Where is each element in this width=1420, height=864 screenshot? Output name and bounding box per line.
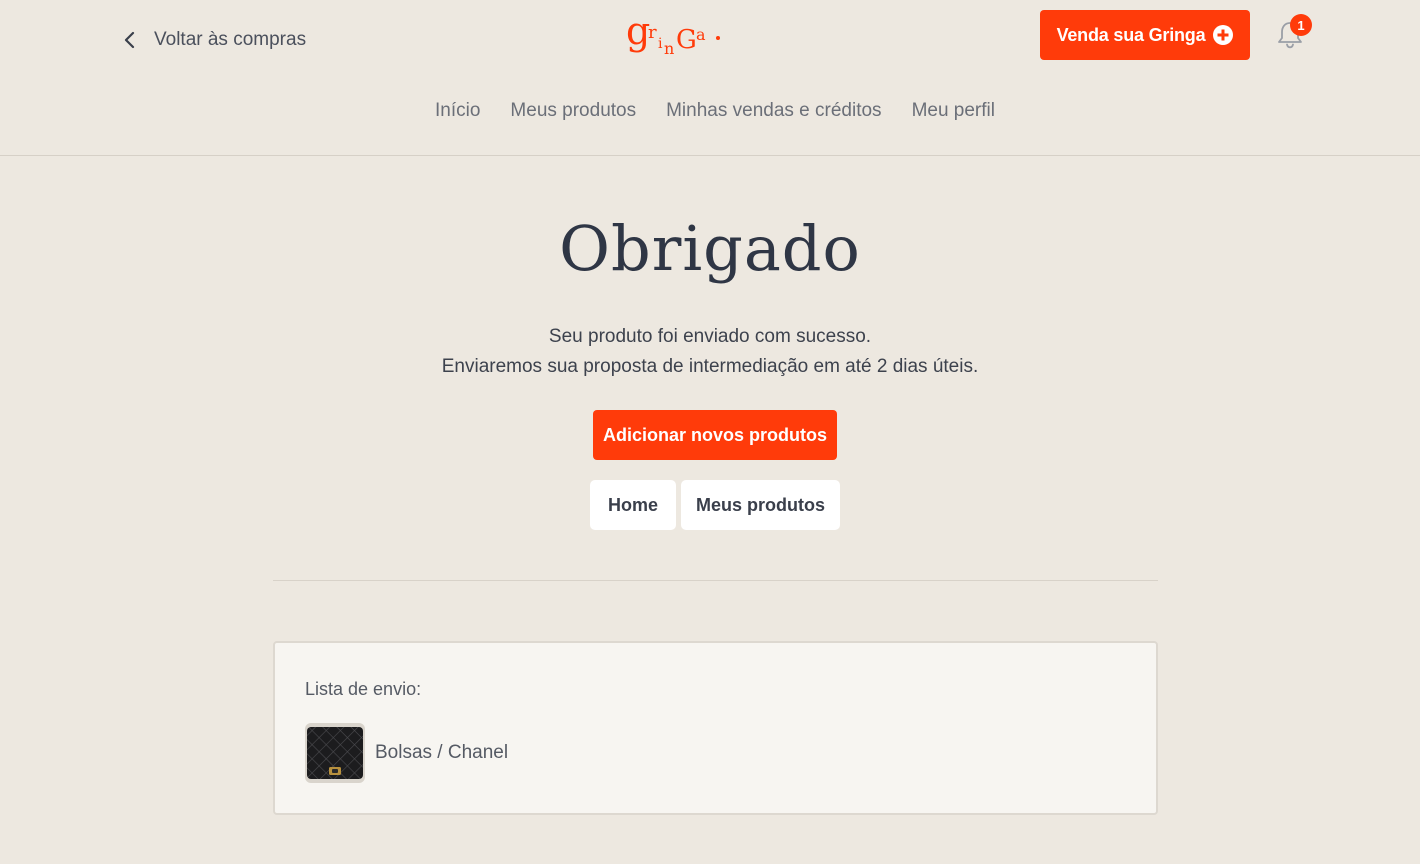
black-quilted-bag-image	[305, 723, 365, 783]
svg-text:a: a	[696, 25, 706, 44]
secondary-actions: Home Meus produtos	[590, 480, 840, 530]
nav-item-inicio[interactable]: Início	[435, 100, 480, 130]
gringa-logo[interactable]: g r i n G a	[626, 8, 726, 60]
plus-circle-icon	[1213, 25, 1234, 45]
svg-text:n: n	[664, 39, 674, 58]
page-title: Obrigado	[559, 212, 861, 285]
home-button[interactable]: Home	[590, 480, 676, 530]
shipping-list-item[interactable]: Bolsas / Chanel	[305, 723, 508, 783]
shipping-item-label: Bolsas / Chanel	[375, 742, 509, 763]
notifications-button[interactable]: 1	[1274, 14, 1312, 52]
svg-text:i: i	[658, 36, 663, 52]
nav-item-minhas-vendas[interactable]: Minhas vendas e créditos	[666, 100, 881, 130]
svg-text:r: r	[648, 22, 657, 43]
add-new-products-button[interactable]: Adicionar novos produtos	[593, 410, 837, 460]
back-to-shopping-link[interactable]: Voltar às compras	[120, 26, 306, 54]
message-line-2: Enviaremos sua proposta de intermediação…	[441, 356, 979, 377]
sell-your-gringa-button[interactable]: Venda sua Gringa	[1040, 10, 1250, 60]
svg-text:g: g	[626, 9, 650, 53]
notification-badge: 1	[1290, 14, 1312, 36]
main-nav: Início Meus produtos Minhas vendas e cré…	[0, 100, 1420, 130]
svg-text:G: G	[676, 25, 697, 55]
shipping-list-card: Lista de envio: Bolsas / Chanel	[273, 641, 1158, 815]
chevron-left-icon	[124, 31, 135, 49]
back-label: Voltar às compras	[154, 29, 307, 50]
success-message: Seu produto foi enviado com sucesso. Env…	[0, 322, 1420, 382]
sell-button-label: Venda sua Gringa	[1056, 24, 1206, 45]
shipping-list-title: Lista de envio:	[305, 679, 422, 699]
nav-item-meus-produtos[interactable]: Meus produtos	[510, 100, 636, 130]
divider	[273, 580, 1158, 581]
nav-item-meu-perfil[interactable]: Meu perfil	[912, 100, 995, 130]
header: Voltar às compras g r i n G a Venda sua …	[0, 0, 1420, 156]
message-line-1: Seu produto foi enviado com sucesso.	[548, 326, 872, 347]
my-products-button[interactable]: Meus produtos	[681, 480, 840, 530]
